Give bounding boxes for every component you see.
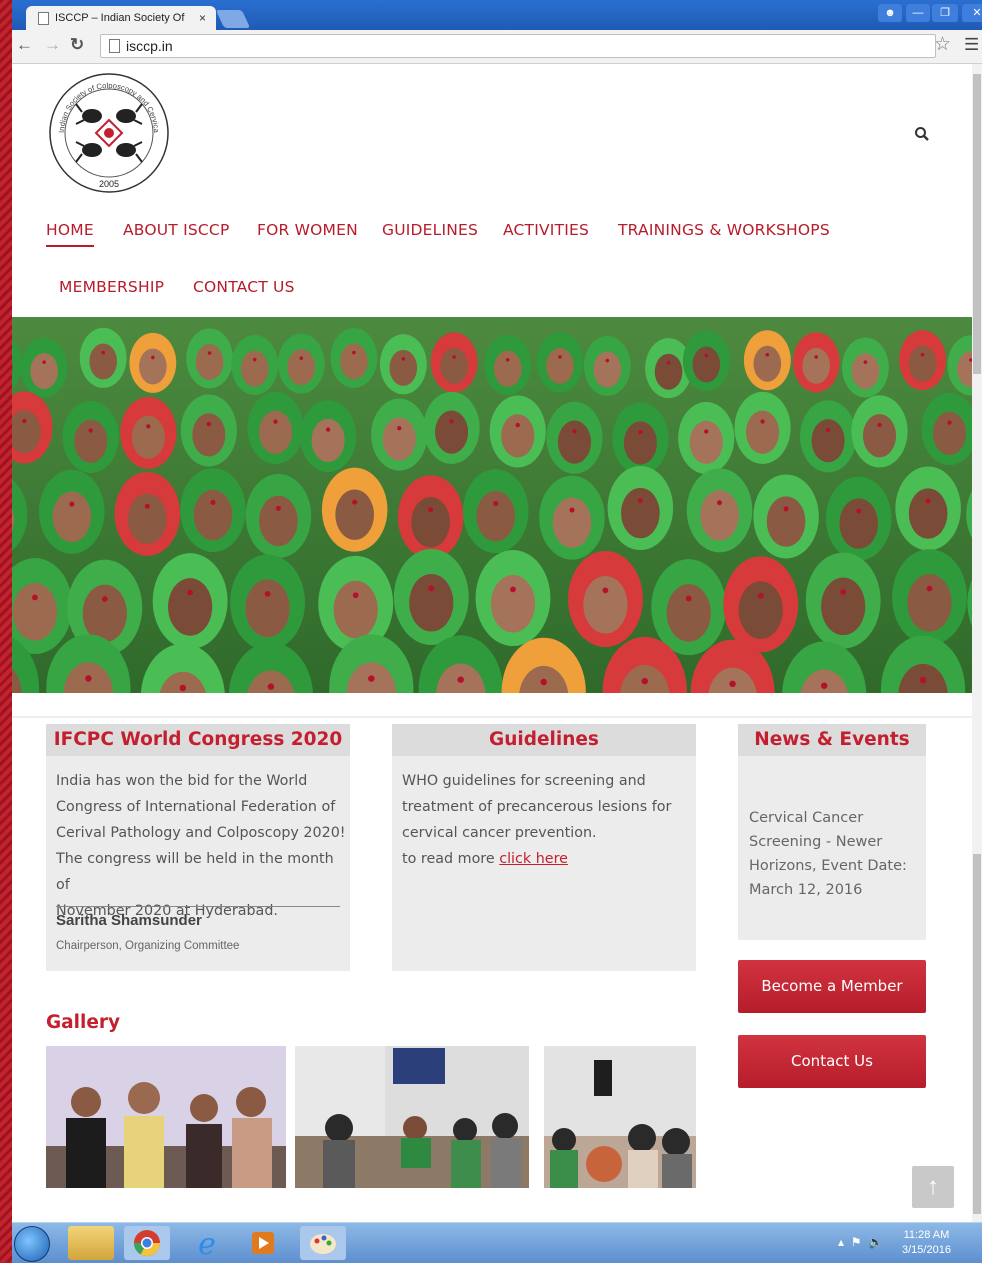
system-tray[interactable]: ▴ ⚑ 🔈 — [838, 1235, 883, 1249]
browser-titlebar: ISCCP – Indian Society Of × ☻ — ❐ ✕ — [12, 0, 982, 30]
congress-line: The congress will be held in the month o… — [56, 846, 346, 898]
isccp-logo[interactable]: Indian Society of Colposcopy and Cervica… — [48, 72, 170, 194]
page-scrollbar[interactable] — [972, 64, 982, 1222]
windows-taskbar: e ▴ ⚑ 🔈 11:28 AM 3/15/2016 — [12, 1222, 982, 1263]
tab-close-icon[interactable]: × — [199, 11, 206, 25]
guidelines-line: treatment of precancerous lesions for — [402, 794, 692, 820]
signatory-role: Chairperson, Organizing Committee — [56, 940, 239, 952]
news-line: Horizons, Event Date: — [749, 854, 919, 878]
guidelines-line: cervical cancer prevention. — [402, 820, 692, 846]
nav-for-women[interactable]: FOR WOMEN — [257, 221, 358, 239]
nav-about-isccp[interactable]: ABOUT ISCCP — [123, 221, 230, 239]
congress-text: India has won the bid for the World Cong… — [56, 768, 346, 924]
gallery-photo[interactable] — [295, 1046, 529, 1188]
maximize-button[interactable]: ❐ — [932, 4, 958, 22]
contact-us-button[interactable]: Contact Us — [738, 1035, 926, 1088]
congress-line: India has won the bid for the World — [56, 768, 346, 794]
gallery-title: Gallery — [46, 1012, 120, 1033]
read-more-prefix: to read more — [402, 851, 499, 867]
file-explorer-icon[interactable] — [68, 1226, 114, 1260]
congress-line: Cerival Pathology and Colposcopy 2020! — [56, 820, 346, 846]
media-player-icon[interactable] — [240, 1226, 286, 1260]
nav-membership[interactable]: MEMBERSHIP — [59, 278, 164, 296]
signatory-name: Saritha Shamsunder — [56, 912, 202, 929]
page-icon — [38, 12, 49, 25]
guidelines-line: WHO guidelines for screening and — [402, 768, 692, 794]
forward-arrow-icon[interactable]: → — [44, 35, 61, 55]
nav-activities[interactable]: ACTIVITIES — [503, 221, 589, 239]
bookmark-star-icon[interactable]: ☆ — [934, 33, 951, 56]
back-arrow-icon[interactable]: ← — [16, 35, 33, 55]
gallery-photo[interactable] — [544, 1046, 696, 1188]
reload-icon[interactable]: ↻ — [70, 35, 84, 55]
news-events-title: News & Events — [738, 724, 926, 756]
browser-tab[interactable]: ISCCP – Indian Society Of × — [26, 6, 216, 30]
news-line: Cervical Cancer — [749, 806, 919, 830]
nav-home[interactable]: HOME — [46, 221, 94, 247]
scrollbar-thumb[interactable] — [973, 74, 981, 374]
minimize-button[interactable]: — — [906, 4, 930, 22]
nav-guidelines[interactable]: GUIDELINES — [382, 221, 478, 239]
logo-year: 2005 — [99, 179, 119, 189]
news-line: March 12, 2016 — [749, 878, 919, 902]
news-item[interactable]: Cervical Cancer Screening - Newer Horizo… — [749, 806, 919, 902]
hero-image — [12, 317, 972, 693]
click-here-link[interactable]: click here — [499, 851, 568, 867]
internet-explorer-icon[interactable]: e — [184, 1226, 230, 1260]
tab-title: ISCCP – Indian Society Of — [55, 12, 199, 24]
guidelines-title: Guidelines — [392, 724, 696, 756]
paint-icon[interactable] — [300, 1226, 346, 1260]
clock-time: 11:28 AM — [902, 1228, 951, 1243]
user-icon[interactable]: ☻ — [878, 4, 902, 22]
gallery-photo[interactable] — [46, 1046, 286, 1188]
close-window-button[interactable]: ✕ — [962, 4, 982, 22]
browser-window: ISCCP – Indian Society Of × ☻ — ❐ ✕ ← → … — [0, 0, 982, 1222]
signature-divider — [56, 906, 340, 907]
search-icon[interactable] — [914, 126, 930, 142]
become-member-button[interactable]: Become a Member — [738, 960, 926, 1013]
guidelines-text: WHO guidelines for screening and treatme… — [402, 768, 692, 872]
section-divider — [12, 716, 972, 718]
congress-title: IFCPC World Congress 2020 — [46, 724, 350, 756]
scroll-to-top-button[interactable]: ↑ — [912, 1166, 954, 1208]
new-tab-button[interactable] — [216, 10, 250, 28]
guidelines-panel: Guidelines WHO guidelines for screening … — [392, 724, 696, 971]
news-line: Screening - Newer — [749, 830, 919, 854]
nav-contact-us[interactable]: CONTACT US — [193, 278, 295, 296]
page-viewport: Indian Society of Colposcopy and Cervica… — [12, 64, 972, 1222]
url-text: isccp.in — [126, 38, 173, 54]
nav-trainings-workshops[interactable]: TRAININGS & WORKSHOPS — [618, 221, 830, 239]
address-bar[interactable]: isccp.in — [100, 34, 936, 58]
taskbar-clock[interactable]: 11:28 AM 3/15/2016 — [902, 1228, 951, 1258]
start-button[interactable] — [14, 1226, 50, 1262]
clock-date: 3/15/2016 — [902, 1243, 951, 1258]
browser-toolbar: ← → ↻ isccp.in ☆ ☰ — [12, 30, 982, 64]
menu-icon[interactable]: ☰ — [964, 35, 979, 55]
congress-panel: IFCPC World Congress 2020 India has won … — [46, 724, 350, 971]
chrome-icon[interactable] — [124, 1226, 170, 1260]
news-events-panel: News & Events Cervical Cancer Screening … — [738, 724, 926, 940]
scrollbar-thumb[interactable] — [973, 854, 981, 1214]
page-icon — [109, 39, 120, 53]
svg-text:e: e — [198, 1227, 216, 1260]
congress-line: Congress of International Federation of — [56, 794, 346, 820]
